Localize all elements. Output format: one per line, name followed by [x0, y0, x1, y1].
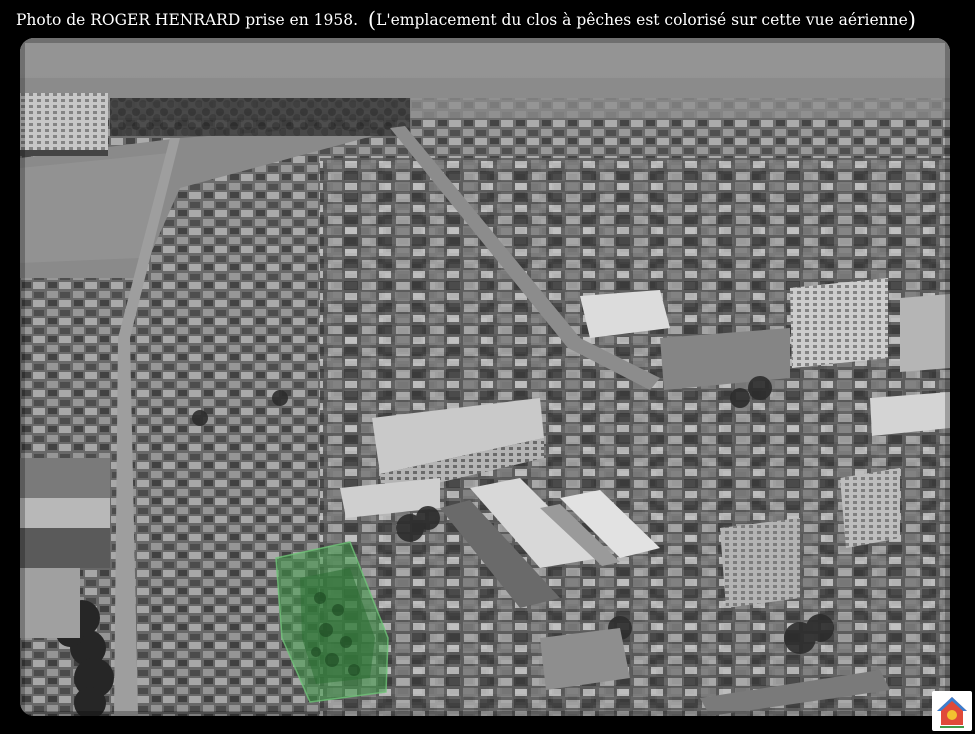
- caption-note: L'emplacement du clos à pêches est color…: [376, 11, 908, 29]
- house-logo-icon: [932, 691, 972, 731]
- photo-caption: Photo de ROGER HENRARD prise en 1958. (L…: [16, 6, 961, 34]
- caption-close-paren: ): [907, 8, 916, 32]
- aerial-photo-drawing: [20, 38, 950, 716]
- aerial-photo: [20, 38, 950, 716]
- caption-open-paren: (: [367, 8, 377, 32]
- page: Photo de ROGER HENRARD prise en 1958. (L…: [0, 0, 975, 734]
- caption-main: Photo de ROGER HENRARD prise en 1958.: [16, 11, 359, 29]
